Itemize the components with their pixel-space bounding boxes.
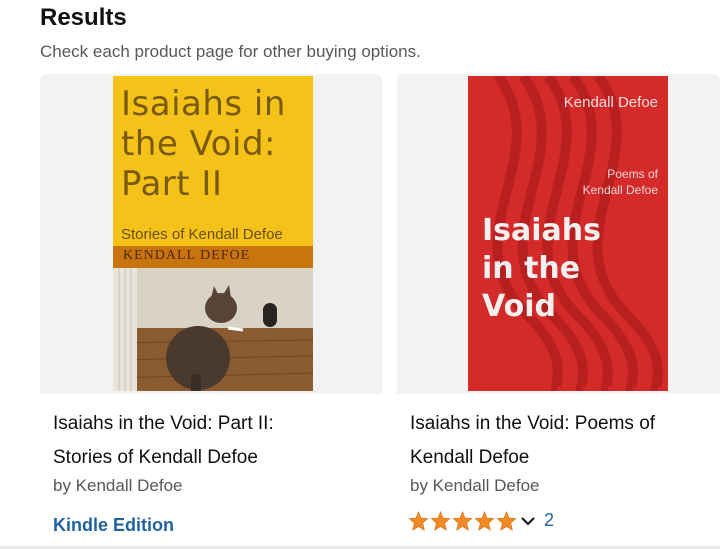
rating-count-link[interactable]: 2 [544,510,554,531]
star-icon [430,510,451,531]
chevron-down-icon[interactable] [520,514,536,528]
cover-author: KENDALL DEFOE [123,248,251,263]
cover-author: Kendall Defoe [563,94,658,111]
rating-widget[interactable]: 2 [408,510,554,531]
star-icon [496,510,517,531]
book-cover-image[interactable]: Kendall Defoe Poems of Kendall Defoe Isa… [468,76,668,391]
format-link[interactable]: Kindle Edition [53,515,174,536]
product-card: Isaiahs in the Void: Part II Stories of … [40,74,382,540]
cover-title: Isaiahs in the Void [482,213,602,324]
cover-subtitle: Poems of Kendall Defoe [582,167,658,197]
product-title-link[interactable]: Isaiahs in the Void: Part II: Stories of… [53,407,353,475]
star-rating[interactable] [408,510,518,531]
product-image-area[interactable]: Kendall Defoe Poems of Kendall Defoe Isa… [397,74,720,394]
book-cover-image[interactable]: Isaiahs in the Void: Part II Stories of … [113,76,313,391]
product-title-link[interactable]: Isaiahs in the Void: Poems of Kendall De… [410,407,710,475]
product-author: by Kendall Defoe [410,476,540,495]
product-image-area[interactable]: Isaiahs in the Void: Part II Stories of … [40,74,382,394]
star-icon [452,510,473,531]
cover-subtitle: Stories of Kendall Defoe [121,226,283,243]
results-heading: Results [40,4,127,31]
results-subtitle: Check each product page for other buying… [40,42,421,61]
star-icon [408,510,429,531]
star-icon [474,510,495,531]
cover-title: Isaiahs in the Void: Part II [121,84,286,204]
product-author: by Kendall Defoe [53,476,183,495]
product-card: Kendall Defoe Poems of Kendall Defoe Isa… [397,74,720,540]
cat-photo [113,268,313,391]
